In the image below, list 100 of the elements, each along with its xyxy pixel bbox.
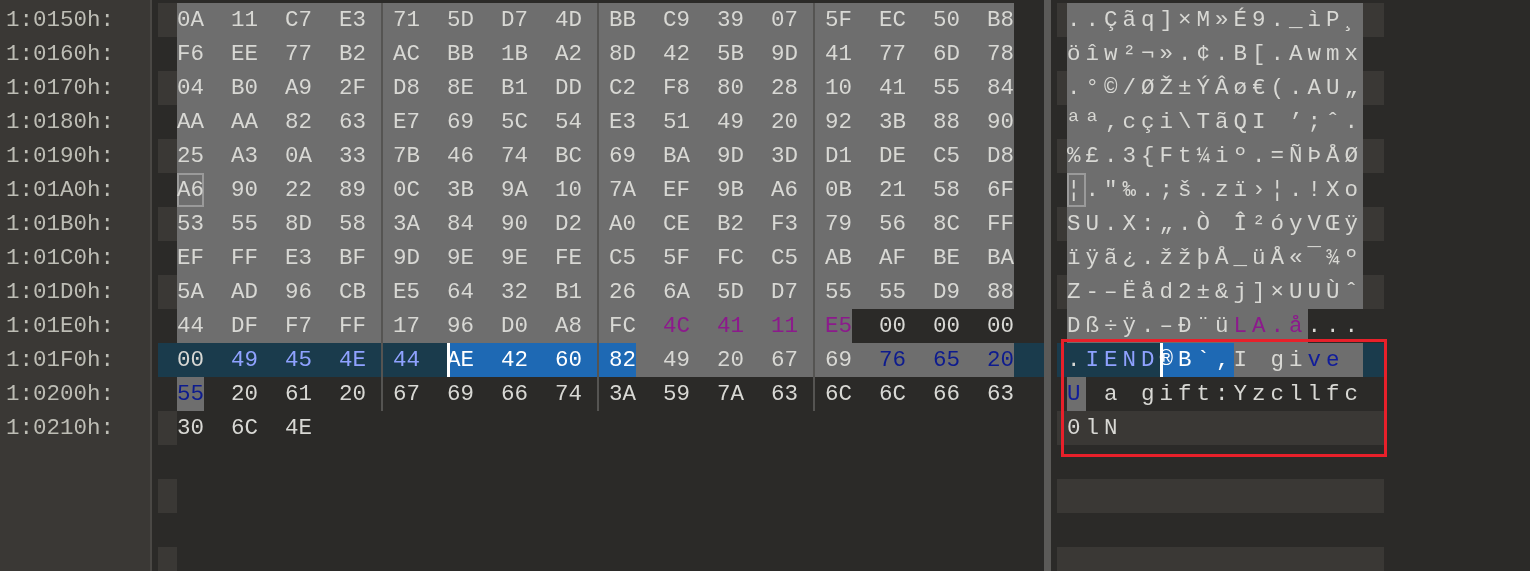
hex-byte: 42 (663, 40, 690, 69)
hex-byte: C9 (663, 6, 690, 35)
hex-byte: 39 (717, 6, 744, 35)
hex-byte: 5F (825, 6, 852, 35)
offset-label: 1:01C0h: (6, 245, 115, 271)
hex-byte: 88 (933, 108, 960, 137)
hex-byte: 20 (987, 346, 1014, 375)
hex-byte: 6C (231, 414, 258, 443)
hex-byte: 79 (825, 210, 852, 239)
hex-byte: 64 (447, 278, 474, 307)
hex-byte: 90 (987, 108, 1014, 137)
hex-byte: 26 (609, 278, 636, 307)
ascii-text: .°©/ØŽ±ÝÂø€(.AU„ (1067, 71, 1364, 105)
hex-byte: 61 (285, 380, 312, 409)
hex-byte: 00 (987, 312, 1014, 341)
hex-byte: 7A (717, 380, 744, 409)
hex-byte: E5 (393, 278, 420, 307)
hex-byte: 74 (555, 380, 582, 409)
hex-byte: F7 (285, 312, 312, 341)
hex-byte: D2 (555, 210, 582, 239)
offset-label: 1:01F0h: (6, 347, 115, 373)
hex-byte: 58 (339, 210, 366, 239)
hex-byte: 60 (555, 346, 582, 375)
hex-byte: A9 (285, 74, 312, 103)
hex-byte: 20 (339, 380, 366, 409)
hex-byte: 49 (717, 108, 744, 137)
hex-byte: F3 (771, 210, 798, 239)
hex-byte: 9D (717, 142, 744, 171)
hex-byte: 10 (555, 176, 582, 205)
hex-byte: 58 (933, 176, 960, 205)
hex-byte: 71 (393, 6, 420, 35)
ascii-text: Z-–Ëåd2±&j]×UUÙˆ (1067, 275, 1364, 309)
hex-byte: 49 (663, 346, 690, 375)
hex-byte: 51 (663, 108, 690, 137)
pane-splitter[interactable] (1044, 0, 1051, 571)
hex-byte: FC (717, 244, 744, 273)
hex-byte: 55 (177, 380, 204, 409)
hex-byte: 20 (771, 108, 798, 137)
hex-byte: D8 (987, 142, 1014, 171)
hex-byte: 25 (177, 142, 204, 171)
hex-byte: 41 (825, 40, 852, 69)
offset-label: 1:0150h: (6, 7, 115, 33)
hex-byte: 90 (501, 210, 528, 239)
offset-label: 1:01E0h: (6, 313, 115, 339)
hex-byte: D9 (933, 278, 960, 307)
hex-byte: 9A (501, 176, 528, 205)
hex-byte: 10 (825, 74, 852, 103)
hex-byte: AA (177, 108, 204, 137)
hex-byte: C5 (771, 244, 798, 273)
hex-byte: E5 (825, 312, 852, 341)
hex-byte: AB (825, 244, 852, 273)
offset-label: 1:0170h: (6, 75, 115, 101)
hex-byte: 41 (717, 312, 744, 341)
hex-byte: 66 (933, 380, 960, 409)
hex-byte: D7 (501, 6, 528, 35)
hex-byte: 0B (825, 176, 852, 205)
hex-byte: CB (339, 278, 366, 307)
hex-byte: 84 (987, 74, 1014, 103)
hex-byte: BB (609, 6, 636, 35)
hex-byte: A2 (555, 40, 582, 69)
hex-byte: D1 (825, 142, 852, 171)
ascii-text: ... (1307, 312, 1364, 341)
hex-byte: 69 (447, 108, 474, 137)
hex-byte: 6F (987, 176, 1014, 205)
hex-byte: 56 (879, 210, 906, 239)
hex-byte: 4E (339, 346, 366, 375)
hex-byte: 63 (339, 108, 366, 137)
hex-byte: 9E (501, 244, 528, 273)
hex-byte: 00 (879, 312, 906, 341)
hex-byte: 63 (771, 380, 798, 409)
hex-byte: B8 (987, 6, 1014, 35)
hex-byte: 92 (825, 108, 852, 137)
hex-byte: B2 (717, 210, 744, 239)
hex-byte: 9D (393, 244, 420, 273)
hex-byte: 11 (771, 312, 798, 341)
hex-byte: 33 (339, 142, 366, 171)
hex-byte: C7 (285, 6, 312, 35)
hex-byte: 30 (177, 414, 204, 443)
ascii-text: . (1067, 346, 1086, 375)
hex-byte: 46 (447, 142, 474, 171)
hex-byte: E7 (393, 108, 420, 137)
hex-byte: 5A (177, 278, 204, 307)
hex-byte: 8E (447, 74, 474, 103)
hex-byte: 44 (393, 346, 420, 375)
hex-byte: 8D (285, 210, 312, 239)
hex-byte: 20 (231, 380, 258, 409)
hex-byte: 55 (879, 278, 906, 307)
hex-byte: 21 (879, 176, 906, 205)
ascii-text: ve (1307, 343, 1364, 377)
hex-byte: F6 (177, 40, 204, 69)
hex-byte: AA (231, 108, 258, 137)
hex-byte: DE (879, 142, 906, 171)
hex-byte: EC (879, 6, 906, 35)
ascii-text: U (1067, 377, 1086, 411)
hex-byte: FF (231, 244, 258, 273)
hex-byte: 53 (177, 210, 204, 239)
ascii-text: SU.X:„.Ò Î²óyVŒÿ (1067, 207, 1364, 241)
hex-byte: 4E (285, 414, 312, 443)
hex-byte: BA (663, 142, 690, 171)
hex-byte: 88 (987, 278, 1014, 307)
